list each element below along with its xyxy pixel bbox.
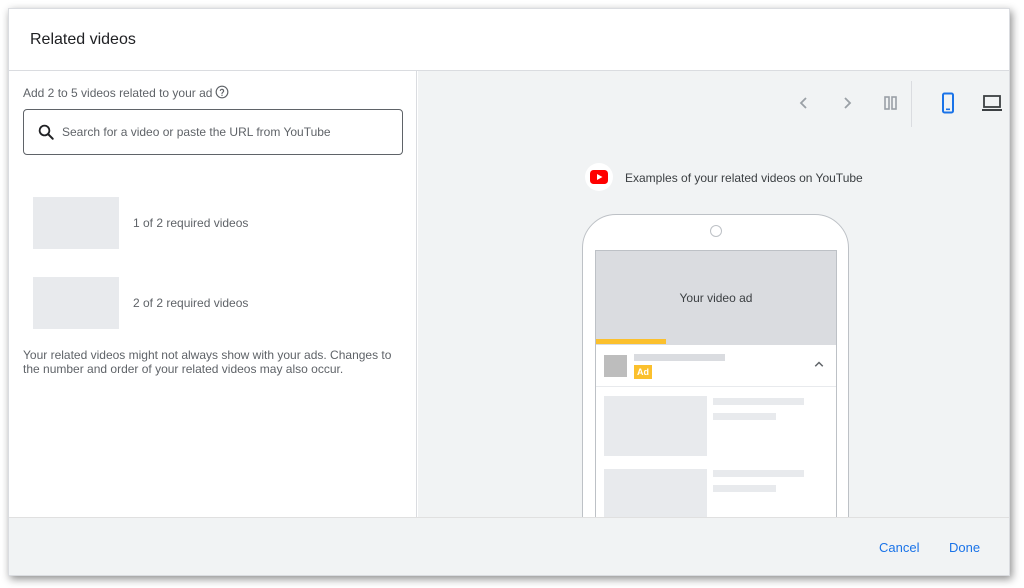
related-video-thumbnail: [604, 396, 707, 456]
related-video-meta-placeholder: [713, 413, 776, 420]
video-slot-2[interactable]: 2 of 2 required videos: [33, 277, 393, 329]
dialog-footer: Cancel Done: [9, 517, 1009, 575]
youtube-examples-label: Examples of your related videos on YouTu…: [625, 171, 863, 185]
done-button[interactable]: Done: [949, 540, 980, 555]
help-circle-icon[interactable]: [215, 85, 229, 99]
phone-screen: Your video ad Ad: [595, 250, 837, 517]
toolbar-divider: [911, 81, 912, 127]
pause-columns-icon[interactable]: [879, 91, 903, 115]
video-search-box[interactable]: [23, 109, 403, 155]
dialog-header: Related videos: [9, 9, 1009, 71]
cancel-button[interactable]: Cancel: [879, 540, 919, 555]
related-video-title-placeholder: [713, 470, 804, 477]
phone-icon[interactable]: [936, 91, 960, 115]
video-progress-bar: [596, 339, 666, 344]
related-video-meta-placeholder: [713, 485, 776, 492]
youtube-icon: [590, 170, 608, 184]
phone-camera: [710, 225, 722, 237]
video-ad-label: Your video ad: [679, 291, 753, 305]
chevron-left-icon[interactable]: [792, 91, 816, 115]
dialog-title: Related videos: [30, 31, 136, 48]
video-slot-label: 2 of 2 required videos: [133, 296, 249, 310]
video-slot-thumbnail: [33, 277, 119, 329]
chevron-right-icon[interactable]: [835, 91, 859, 115]
video-slot-label: 1 of 2 required videos: [133, 216, 249, 230]
video-picker-panel: Add 2 to 5 videos related to your ad 1 o…: [9, 71, 417, 517]
chevron-up-icon: [814, 361, 824, 367]
ad-info-row: Ad: [596, 345, 836, 387]
video-slot-1[interactable]: 1 of 2 required videos: [33, 197, 393, 249]
preview-panel: Examples of your related videos on YouTu…: [418, 71, 1009, 517]
related-video-title-placeholder: [713, 398, 804, 405]
related-videos-note: Your related videos might not always sho…: [23, 348, 392, 376]
related-video-thumbnail: [604, 469, 707, 517]
youtube-logo-badge: [585, 163, 613, 191]
video-search-input[interactable]: [62, 121, 392, 143]
advertiser-avatar: [604, 355, 627, 377]
ad-title-placeholder: [634, 354, 725, 361]
add-videos-label: Add 2 to 5 videos related to your ad: [23, 86, 213, 100]
phone-mockup: Your video ad Ad: [582, 214, 849, 517]
search-icon: [38, 124, 54, 140]
video-ad-placeholder: Your video ad: [596, 251, 836, 345]
ad-badge: Ad: [634, 365, 652, 379]
related-videos-dialog: Related videos Add 2 to 5 videos related…: [8, 8, 1010, 576]
laptop-icon[interactable]: [980, 91, 1004, 115]
video-slot-thumbnail: [33, 197, 119, 249]
